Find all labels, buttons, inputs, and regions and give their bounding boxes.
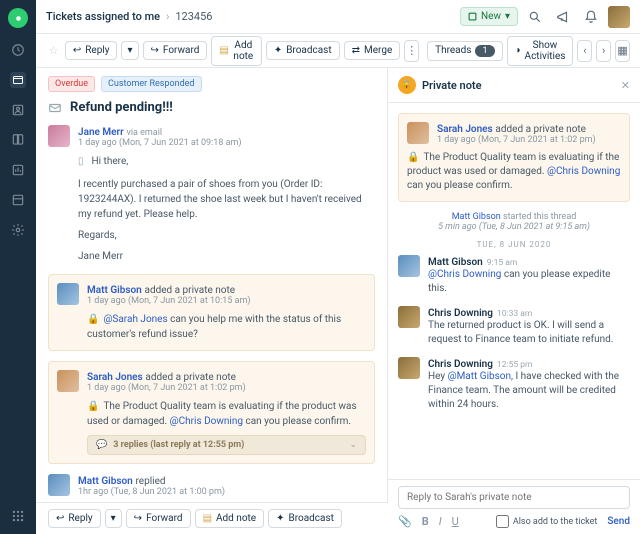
thread-message: Chris Downing10:33 am The returned produ…	[398, 306, 630, 347]
avatar	[407, 122, 429, 144]
chevron-right-icon: ›	[166, 10, 169, 23]
notification-icon[interactable]	[580, 6, 602, 28]
reports-nav-icon[interactable]	[10, 162, 26, 178]
dashboard-nav-icon[interactable]	[10, 42, 26, 58]
more-actions-icon[interactable]: ⋮	[404, 40, 419, 62]
breadcrumb: Tickets assigned to me › 123456	[46, 10, 212, 23]
overdue-badge: Overdue	[48, 76, 95, 92]
reply-dropdown[interactable]: ▾	[105, 509, 122, 528]
bold-icon[interactable]: B	[422, 515, 429, 528]
contacts-nav-icon[interactable]	[10, 102, 26, 118]
action-bar: ☆ ↩ Reply ▾ ↪ Forward ▤ Add note ✦ Broad…	[36, 34, 640, 68]
private-note-2: Sarah Jones added a private note 1 day a…	[48, 361, 375, 464]
avatar	[398, 306, 420, 328]
apps-grid-icon[interactable]	[10, 508, 26, 524]
envelope-icon	[48, 101, 62, 115]
app-logo[interactable]	[8, 8, 28, 28]
close-icon[interactable]: ✕	[621, 79, 630, 92]
breadcrumb-id: 123456	[175, 10, 212, 23]
merge-button[interactable]: ⇄ Merge	[344, 41, 401, 60]
topbar: Tickets assigned to me › 123456 New▾	[36, 0, 640, 34]
thread-reply-input[interactable]	[398, 486, 630, 509]
prev-icon[interactable]: ‹	[577, 40, 592, 62]
thread-message: Matt Gibson9:15 am @Chris Downing can yo…	[398, 255, 630, 296]
private-note-1: Matt Gibson added a private note 1 day a…	[48, 274, 375, 351]
side-panel-title: Private note	[422, 79, 615, 92]
bottom-action-bar: ↩ Reply ▾ ↪ Forward ▤ Add note ✦ Broadca…	[36, 502, 388, 534]
breadcrumb-parent[interactable]: Tickets assigned to me	[46, 10, 160, 23]
avatar	[57, 370, 79, 392]
threads-button[interactable]: Threads 1	[427, 41, 502, 61]
next-icon[interactable]: ›	[596, 40, 611, 62]
knowledge-nav-icon[interactable]	[10, 132, 26, 148]
customer-message: Jane Merr via email 1 day ago (Mon, 7 Ju…	[48, 125, 375, 264]
avatar	[398, 255, 420, 277]
ticket-pane: Overdue Customer Responded Refund pendin…	[36, 68, 388, 534]
reply-button[interactable]: ↩ Reply	[48, 509, 101, 528]
show-activities-button[interactable]: ◑ Show Activities	[507, 36, 574, 66]
user-avatar[interactable]	[608, 6, 630, 28]
thread-collapse-bar[interactable]: 💬3 replies (last reply at 12:55 pm)⌄	[87, 435, 366, 455]
underline-icon[interactable]: U	[452, 515, 459, 528]
quote-icon: ▯	[78, 154, 84, 169]
avatar	[398, 357, 420, 379]
ticket-subject: Refund pending!!!	[70, 100, 173, 115]
lock-badge-icon: 🔒	[398, 76, 416, 94]
add-note-button[interactable]: ▤ Add note	[211, 36, 261, 66]
search-icon[interactable]	[524, 6, 546, 28]
date-divider: TUE, 8 JUN 2020	[398, 240, 630, 249]
star-icon[interactable]: ☆	[46, 40, 61, 62]
attach-icon[interactable]: 📎	[398, 515, 412, 528]
forward-button[interactable]: ↪ Forward	[143, 41, 208, 60]
responded-badge: Customer Responded	[101, 76, 201, 92]
forward-button[interactable]: ↪ Forward	[126, 509, 191, 528]
lock-icon: 🔒	[87, 401, 99, 412]
thread-reply-footer: 📎 B I U Also add to the ticket Send	[388, 479, 640, 534]
reply-dropdown[interactable]: ▾	[121, 41, 138, 60]
lock-icon: 🔒	[407, 152, 419, 163]
broadcast-button[interactable]: ✦ Broadcast	[266, 41, 340, 60]
avatar	[48, 125, 70, 147]
thread-started-label: Matt Gibson started this thread5 min ago…	[398, 212, 630, 232]
new-button[interactable]: New▾	[460, 7, 518, 26]
expand-icon[interactable]: ▦	[615, 40, 630, 62]
broadcast-button[interactable]: ✦ Broadcast	[268, 509, 342, 528]
tickets-nav-icon[interactable]	[10, 72, 26, 88]
side-parent-note: Sarah Jones added a private note 1 day a…	[398, 113, 630, 202]
chevron-down-icon: ⌄	[349, 440, 357, 450]
also-add-checkbox[interactable]: Also add to the ticket	[496, 515, 598, 528]
lock-icon: 🔒	[87, 314, 99, 325]
side-navigation	[0, 0, 36, 534]
announce-icon[interactable]	[552, 6, 574, 28]
analytics-nav-icon[interactable]	[10, 192, 26, 208]
settings-nav-icon[interactable]	[10, 222, 26, 238]
reply-button[interactable]: ↩ Reply	[65, 41, 118, 60]
thread-message: Chris Downing12:55 pm Hey @Matt Gibson, …	[398, 357, 630, 412]
send-button[interactable]: Send	[607, 516, 630, 527]
add-note-button[interactable]: ▤ Add note	[195, 509, 265, 528]
avatar	[57, 283, 79, 305]
avatar	[48, 474, 70, 496]
italic-icon[interactable]: I	[439, 515, 442, 528]
thread-side-panel: 🔒 Private note ✕ Sarah Jones added a pri…	[388, 68, 640, 534]
